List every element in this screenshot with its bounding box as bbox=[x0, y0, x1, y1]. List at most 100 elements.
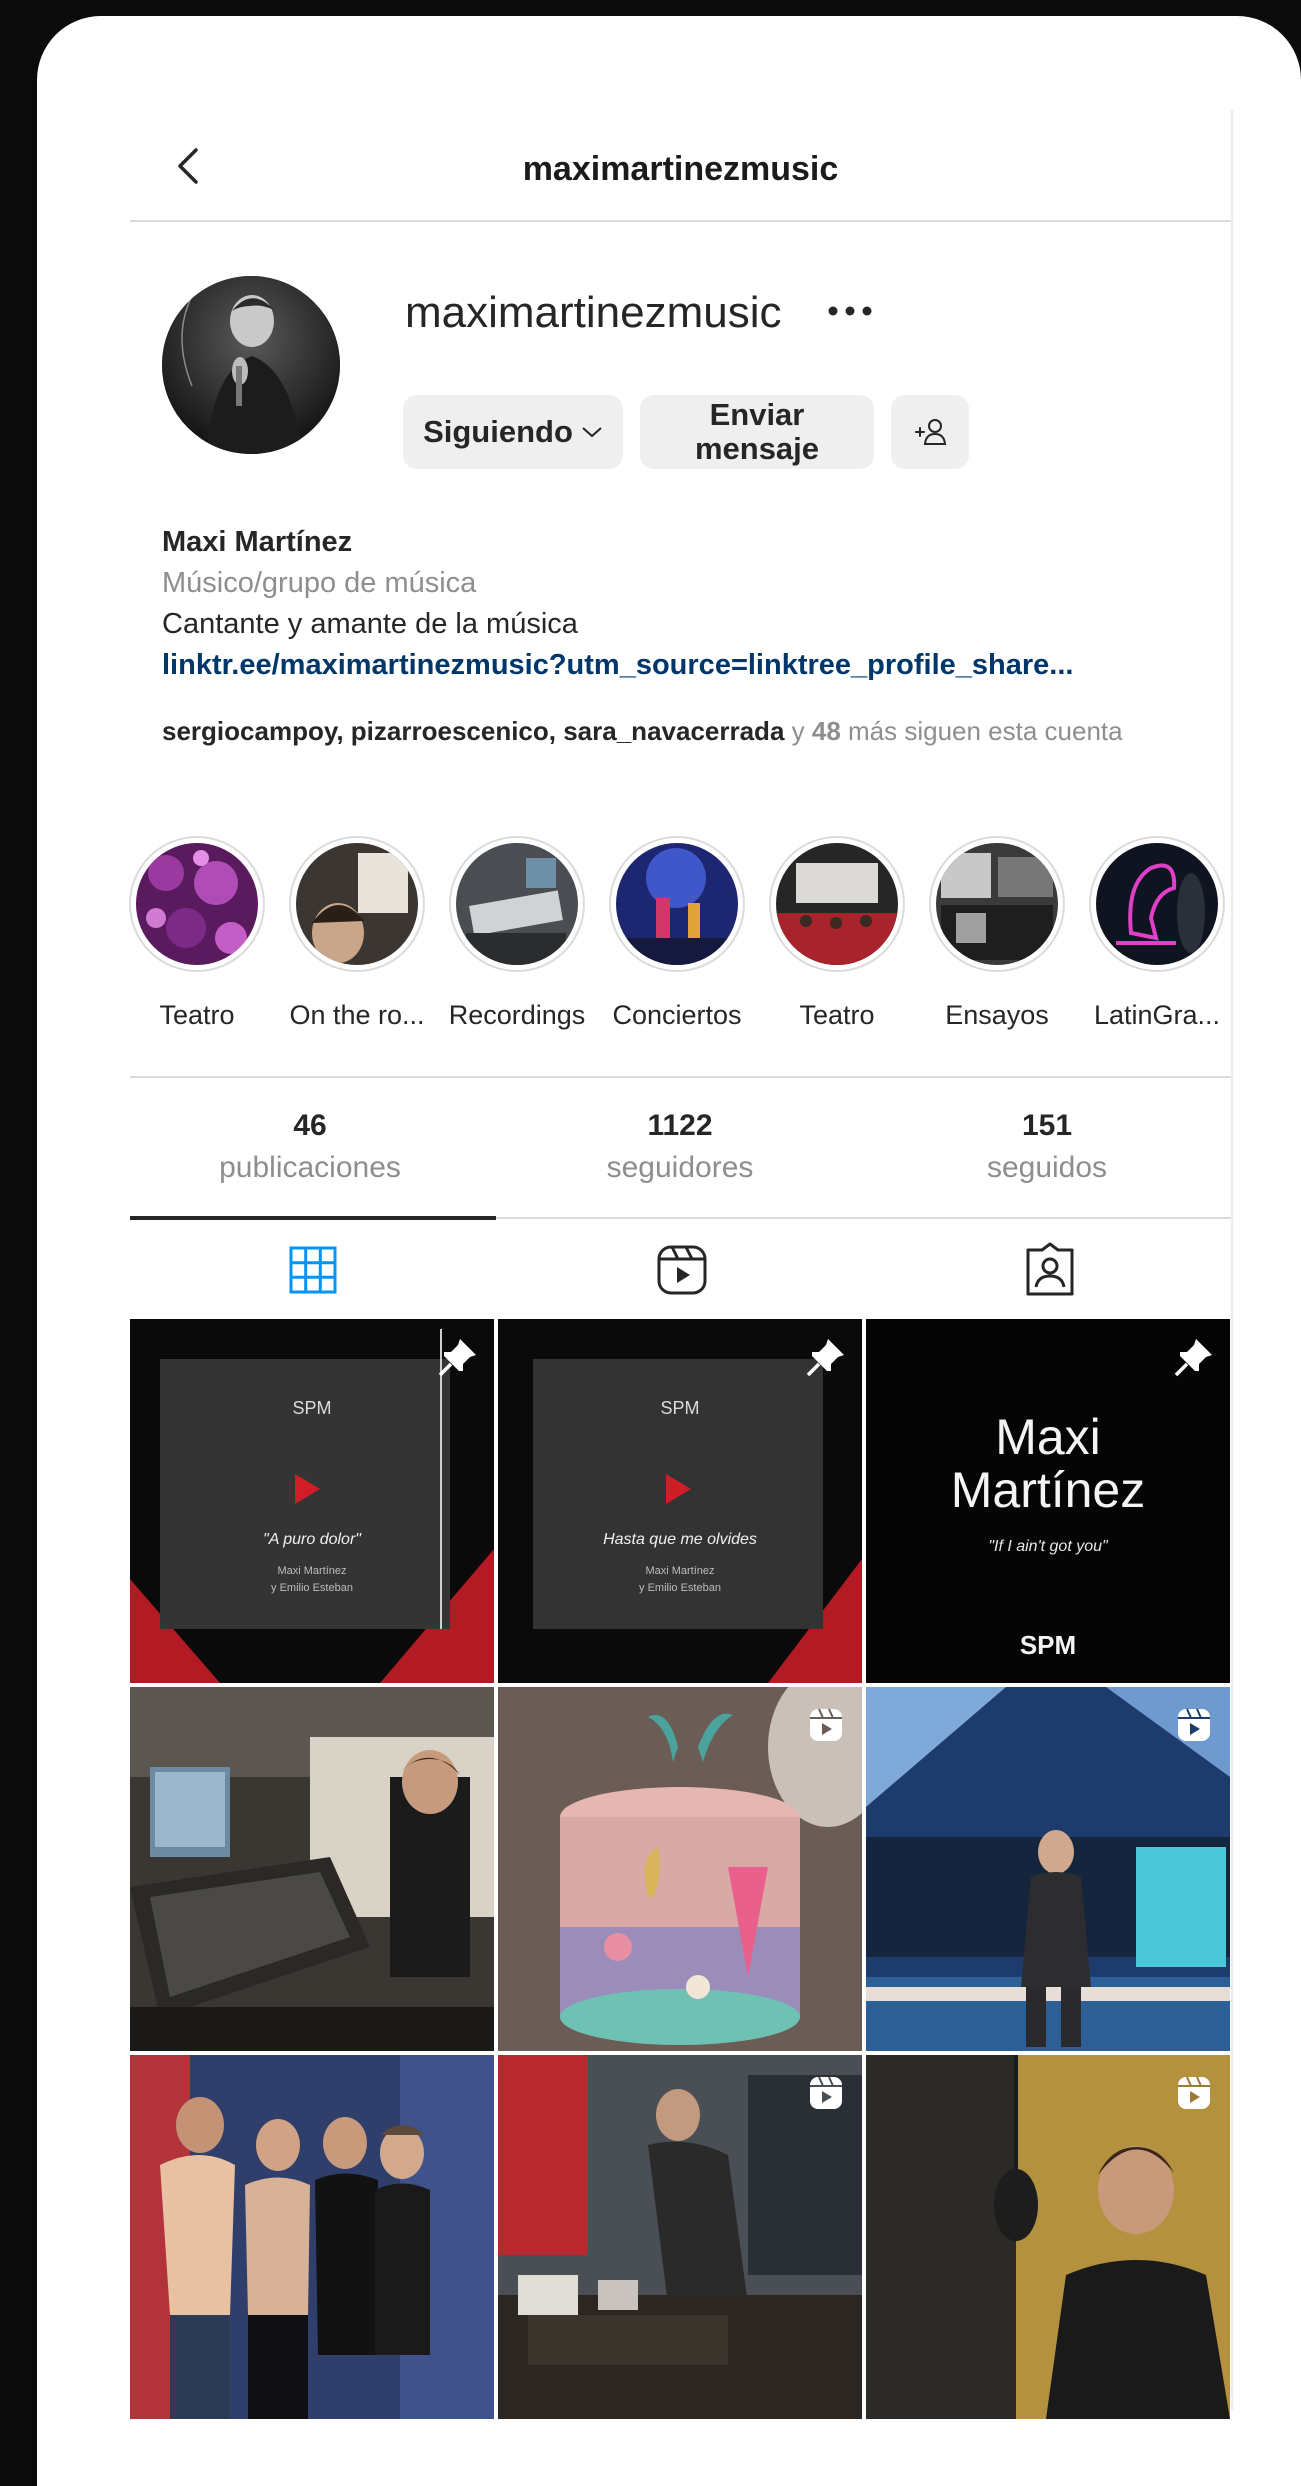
profile-username: maximartinezmusic bbox=[405, 288, 782, 337]
profile-stats: 46 publicaciones 1122 seguidores 151 seg… bbox=[130, 1106, 1231, 1216]
post-image bbox=[130, 1687, 494, 2051]
highlight-ring bbox=[449, 836, 585, 972]
highlight-ring bbox=[609, 836, 745, 972]
post-tile[interactable] bbox=[130, 2055, 494, 2419]
avatar[interactable] bbox=[162, 276, 340, 454]
bio-link[interactable]: linktr.ee/maximartinezmusic?utm_source=l… bbox=[162, 645, 1222, 686]
suggest-user-button[interactable] bbox=[891, 395, 969, 469]
category: Músico/grupo de música bbox=[162, 567, 477, 599]
highlight-cover bbox=[456, 843, 578, 965]
highlight-latingrammy[interactable]: LatinGra... bbox=[1078, 836, 1236, 1031]
post-tile[interactable]: SPM "A puro dolor" Maxi Martínez y Emili… bbox=[130, 1319, 494, 1683]
followers-count[interactable]: 1122 seguidores bbox=[520, 1106, 840, 1190]
post-tile[interactable] bbox=[866, 2055, 1230, 2419]
tab-posts[interactable] bbox=[283, 1240, 343, 1300]
send-message-button[interactable]: Enviar mensaje bbox=[640, 395, 874, 469]
highlight-on-the-road[interactable]: On the ro... bbox=[278, 836, 436, 1031]
highlight-ring bbox=[129, 836, 265, 972]
post-caption: Hasta que me olvides bbox=[603, 1531, 757, 1548]
highlight-label: Conciertos bbox=[612, 1000, 742, 1030]
post-caption: "A puro dolor" bbox=[263, 1531, 362, 1548]
post-subtitle: "If I ain't got you" bbox=[988, 1538, 1109, 1555]
bio: Maxi Martínez Músico/grupo de música Can… bbox=[162, 522, 1222, 686]
followed-by-users: sergiocampoy, pizarroescenico, sara_nava… bbox=[162, 716, 785, 746]
page-title: maximartinezmusic bbox=[522, 150, 839, 188]
add-user-icon bbox=[915, 419, 947, 445]
pin-icon bbox=[806, 1339, 844, 1377]
pin-icon bbox=[438, 1339, 476, 1377]
highlight-label: Teatro bbox=[159, 1000, 235, 1030]
stat-label: seguidos bbox=[986, 1151, 1108, 1184]
post-tile[interactable]: SPM Hasta que me olvides Maxi Martínez y… bbox=[498, 1319, 862, 1683]
posts-count[interactable]: 46 publicaciones bbox=[150, 1106, 470, 1190]
reels-icon bbox=[657, 1245, 707, 1295]
following-label: Siguiendo bbox=[423, 414, 573, 449]
tab-reels[interactable] bbox=[652, 1240, 712, 1300]
highlight-ring bbox=[289, 836, 425, 972]
top-bar: maximartinezmusic bbox=[130, 126, 1231, 204]
app-window: maximartinezmusic maximartinezmusic Sigu… bbox=[37, 16, 1301, 2486]
highlight-ring bbox=[769, 836, 905, 972]
followed-by-suffix: más siguen esta cuenta bbox=[840, 716, 1123, 746]
send-message-label-line2: mensaje bbox=[694, 431, 820, 466]
highlight-teatro[interactable]: Teatro bbox=[118, 836, 276, 1031]
highlight-conciertos[interactable]: Conciertos bbox=[598, 836, 756, 1031]
highlights-divider bbox=[130, 1076, 1231, 1078]
panel-edge-divider bbox=[1231, 110, 1233, 2410]
post-tile[interactable] bbox=[130, 1687, 494, 2051]
post-credit2: y Emilio Esteban bbox=[271, 1582, 353, 1594]
highlight-label: LatinGra... bbox=[1093, 1000, 1221, 1030]
post-credit2: y Emilio Esteban bbox=[639, 1582, 721, 1594]
more-options-button[interactable] bbox=[823, 296, 877, 326]
send-message-label: Enviar mensaje bbox=[695, 398, 819, 466]
reel-icon bbox=[1178, 1708, 1210, 1741]
highlight-cover bbox=[1096, 843, 1218, 965]
reel-icon bbox=[1178, 2076, 1210, 2109]
highlight-label: On the ro... bbox=[289, 1000, 425, 1030]
grid-icon bbox=[289, 1246, 337, 1294]
post-logo: SPM bbox=[1020, 1630, 1076, 1660]
highlight-label: Ensayos bbox=[945, 1000, 1049, 1030]
following-button[interactable]: Siguiendo bbox=[403, 395, 623, 469]
header-divider bbox=[130, 220, 1231, 222]
highlight-ring bbox=[929, 836, 1065, 972]
followed-by-count: 48 bbox=[811, 716, 841, 746]
post-credit1: Maxi Martínez bbox=[645, 1565, 714, 1577]
post-image bbox=[130, 2055, 494, 2419]
highlight-ensayos[interactable]: Ensayos bbox=[918, 836, 1076, 1031]
post-tile[interactable] bbox=[498, 2055, 862, 2419]
followed-by-connector: y bbox=[784, 716, 812, 746]
highlight-recordings[interactable]: Recordings bbox=[438, 836, 596, 1031]
pin-icon bbox=[1174, 1339, 1212, 1377]
highlight-cover bbox=[296, 843, 418, 965]
stat-number: 1122 bbox=[647, 1109, 713, 1142]
post-logo: SPM bbox=[292, 1398, 331, 1418]
stat-label: publicaciones bbox=[219, 1151, 401, 1184]
stat-number: 151 bbox=[1021, 1109, 1073, 1142]
highlight-cover bbox=[616, 843, 738, 965]
post-title-line1: Maxi bbox=[995, 1409, 1101, 1465]
highlight-cover bbox=[776, 843, 898, 965]
send-message-label-line1: Enviar bbox=[709, 397, 805, 432]
profile-photo bbox=[162, 276, 340, 454]
chevron-down-icon bbox=[582, 427, 602, 438]
highlight-label: Recordings bbox=[448, 1000, 586, 1030]
post-tile[interactable] bbox=[866, 1687, 1230, 2051]
highlight-label: Teatro bbox=[799, 1000, 875, 1030]
highlight-cover bbox=[936, 843, 1058, 965]
full-name: Maxi Martínez bbox=[162, 526, 353, 558]
stat-label: seguidores bbox=[606, 1151, 754, 1184]
reel-icon bbox=[810, 1708, 842, 1741]
active-tab-indicator bbox=[130, 1216, 496, 1220]
story-highlights: Teatro On the ro... Recordings Concierto… bbox=[129, 836, 1231, 1030]
tab-tagged[interactable] bbox=[1020, 1240, 1080, 1300]
stat-number: 46 bbox=[293, 1109, 327, 1142]
following-count[interactable]: 151 seguidos bbox=[887, 1106, 1207, 1190]
post-logo: SPM bbox=[660, 1398, 699, 1418]
post-tile[interactable]: Maxi Martínez "If I ain't got you" SPM bbox=[866, 1319, 1230, 1683]
highlight-teatro-2[interactable]: Teatro bbox=[758, 836, 916, 1031]
post-credit1: Maxi Martínez bbox=[277, 1565, 346, 1577]
post-tile[interactable] bbox=[498, 1687, 862, 2051]
followed-by[interactable]: sergiocampoy, pizarroescenico, sara_nava… bbox=[162, 712, 1202, 750]
bio-description: Cantante y amante de la música bbox=[162, 608, 578, 640]
